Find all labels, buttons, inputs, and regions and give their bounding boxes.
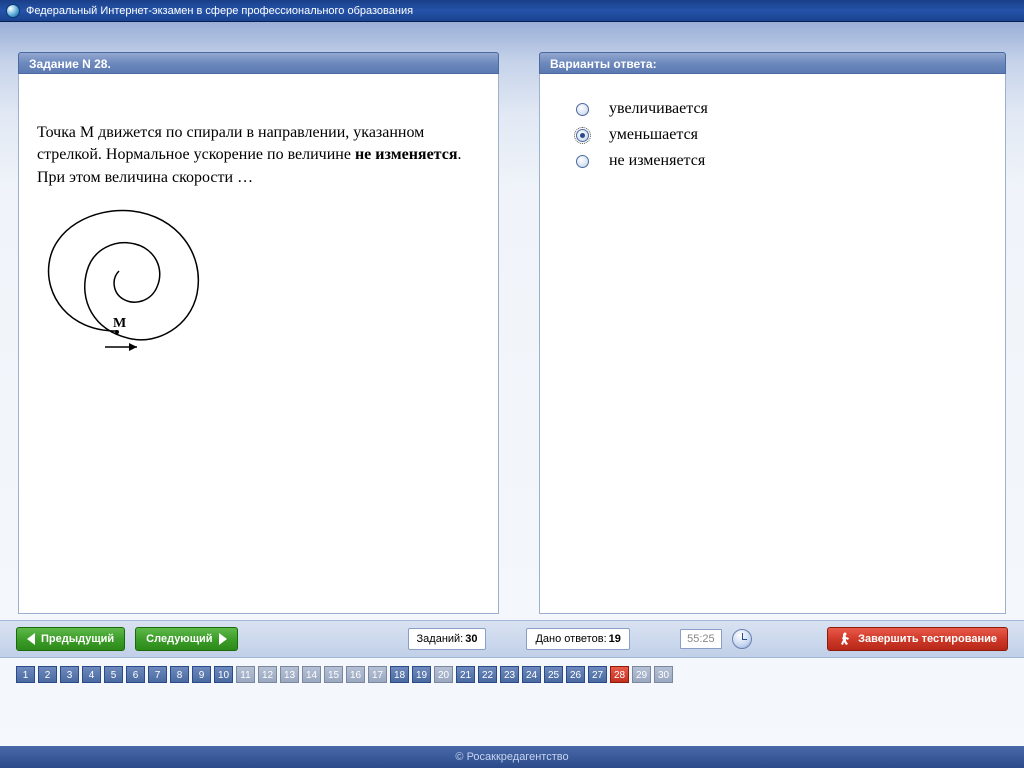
qnav-27[interactable]: 27: [588, 666, 607, 683]
qnav-30[interactable]: 30: [654, 666, 673, 683]
answer-row-1[interactable]: уменьшается: [576, 126, 987, 144]
qnav-23[interactable]: 23: [500, 666, 519, 683]
finish-label: Завершить тестирование: [858, 633, 997, 645]
qnav-18[interactable]: 18: [390, 666, 409, 683]
qnav-29[interactable]: 29: [632, 666, 651, 683]
tasks-value: 30: [465, 633, 477, 645]
qnav-8[interactable]: 8: [170, 666, 189, 683]
run-icon: [838, 632, 852, 646]
qnav-9[interactable]: 9: [192, 666, 211, 683]
qnav-28[interactable]: 28: [610, 666, 629, 683]
finish-button[interactable]: Завершить тестирование: [827, 627, 1008, 651]
answer-row-2[interactable]: не изменяется: [576, 152, 987, 170]
qnav-21[interactable]: 21: [456, 666, 475, 683]
qnav-3[interactable]: 3: [60, 666, 79, 683]
window-titlebar: Федеральный Интернет-экзамен в сфере про…: [0, 0, 1024, 22]
timer-box: 55:25: [680, 629, 722, 649]
tasks-count-box: Заданий: 30: [408, 628, 487, 650]
answered-count-box: Дано ответов: 19: [526, 628, 629, 650]
qnav-19[interactable]: 19: [412, 666, 431, 683]
radio-option-1[interactable]: [576, 129, 589, 142]
qnav-6[interactable]: 6: [126, 666, 145, 683]
question-body: Точка М движется по спирали в направлени…: [18, 74, 499, 614]
radio-option-2[interactable]: [576, 155, 589, 168]
spiral-diagram: M: [37, 199, 217, 369]
qnav-25[interactable]: 25: [544, 666, 563, 683]
qnav-16[interactable]: 16: [346, 666, 365, 683]
next-label: Следующий: [146, 633, 212, 645]
qnav-2[interactable]: 2: [38, 666, 57, 683]
qnav-14[interactable]: 14: [302, 666, 321, 683]
point-label: M: [113, 316, 126, 331]
qnav-24[interactable]: 24: [522, 666, 541, 683]
answers-panel: Варианты ответа: увеличивается уменьшаетс…: [539, 52, 1006, 614]
answer-row-0[interactable]: увеличивается: [576, 100, 987, 118]
answer-label-2[interactable]: не изменяется: [609, 152, 705, 170]
answers-body: увеличивается уменьшается не изменяется: [539, 74, 1006, 614]
qnav-12[interactable]: 12: [258, 666, 277, 683]
question-header: Задание N 28.: [18, 52, 499, 74]
answer-label-1[interactable]: уменьшается: [609, 126, 698, 144]
question-text: Точка М движется по спирали в направлени…: [37, 122, 480, 189]
prev-button[interactable]: Предыдущий: [16, 627, 125, 651]
answered-label: Дано ответов:: [535, 633, 606, 645]
qnav-22[interactable]: 22: [478, 666, 497, 683]
answer-label-0[interactable]: увеличивается: [609, 100, 708, 118]
question-text-bold: не изменяется: [355, 146, 458, 163]
qnav-13[interactable]: 13: [280, 666, 299, 683]
qnav-15[interactable]: 15: [324, 666, 343, 683]
arrow-right-icon: [219, 633, 227, 645]
globe-icon: [6, 4, 20, 18]
tasks-label: Заданий:: [417, 633, 464, 645]
window-title: Федеральный Интернет-экзамен в сфере про…: [26, 5, 413, 17]
qnav-17[interactable]: 17: [368, 666, 387, 683]
qnav-20[interactable]: 20: [434, 666, 453, 683]
answers-header: Варианты ответа:: [539, 52, 1006, 74]
next-button[interactable]: Следующий: [135, 627, 237, 651]
question-panel: Задание N 28. Точка М движется по спирал…: [18, 52, 499, 614]
qnav-4[interactable]: 4: [82, 666, 101, 683]
arrow-left-icon: [27, 633, 35, 645]
qnav-1[interactable]: 1: [16, 666, 35, 683]
answered-value: 19: [609, 633, 621, 645]
prev-label: Предыдущий: [41, 633, 114, 645]
footer: © Росаккредагентство: [0, 746, 1024, 768]
qnav-10[interactable]: 10: [214, 666, 233, 683]
question-nav: 1234567891011121314151617181920212223242…: [16, 666, 673, 683]
radio-option-0[interactable]: [576, 103, 589, 116]
qnav-11[interactable]: 11: [236, 666, 255, 683]
qnav-5[interactable]: 5: [104, 666, 123, 683]
qnav-26[interactable]: 26: [566, 666, 585, 683]
clock-icon: [732, 629, 752, 649]
main-row: Задание N 28. Точка М движется по спирал…: [0, 22, 1024, 614]
controls-bar: Предыдущий Следующий Заданий: 30 Дано от…: [0, 620, 1024, 658]
qnav-7[interactable]: 7: [148, 666, 167, 683]
